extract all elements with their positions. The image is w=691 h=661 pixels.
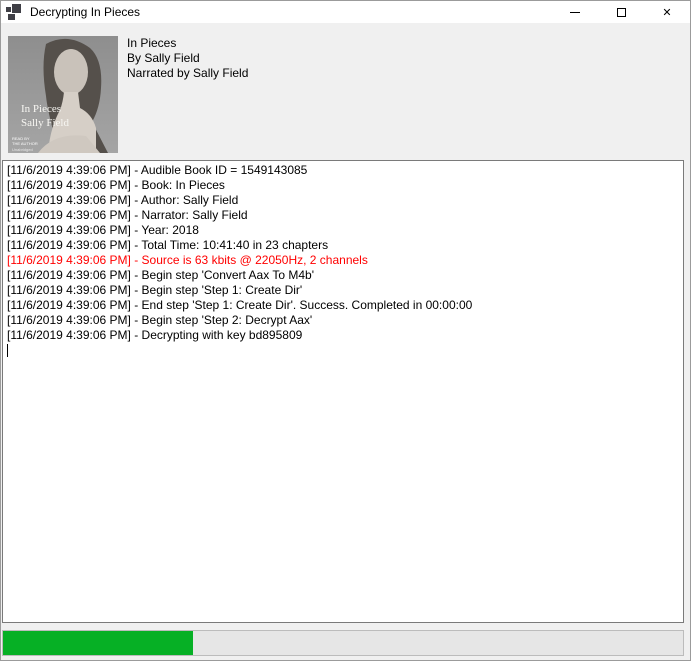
log-line: [11/6/2019 4:39:06 PM] - End step 'Step … <box>7 298 679 313</box>
cover-title-text: In Pieces <box>21 103 61 115</box>
cover-edition-text: Unabridged <box>12 147 33 152</box>
progress-bar <box>2 630 684 656</box>
log-line: [11/6/2019 4:39:06 PM] - Begin step 'Con… <box>7 268 679 283</box>
log-line: [11/6/2019 4:39:06 PM] - Book: In Pieces <box>7 178 679 193</box>
app-window-icon <box>6 4 22 20</box>
log-line: [11/6/2019 4:39:06 PM] - Year: 2018 <box>7 223 679 238</box>
book-info: In Pieces By Sally Field Narrated by Sal… <box>127 36 248 81</box>
caption-buttons: ✕ <box>552 1 690 23</box>
log-line: [11/6/2019 4:39:06 PM] - Audible Book ID… <box>7 163 679 178</box>
book-author: By Sally Field <box>127 51 248 66</box>
log-line: [11/6/2019 4:39:06 PM] - Narrator: Sally… <box>7 208 679 223</box>
log-line: [11/6/2019 4:39:06 PM] - Decrypting with… <box>7 328 679 343</box>
window-title: Decrypting In Pieces <box>30 5 552 19</box>
maximize-button[interactable] <box>598 1 644 23</box>
log-textbox[interactable]: [11/6/2019 4:39:06 PM] - Audible Book ID… <box>2 160 684 623</box>
progress-fill <box>3 631 193 655</box>
log-line: [11/6/2019 4:39:06 PM] - Source is 63 kb… <box>7 253 679 268</box>
minimize-icon <box>570 12 580 13</box>
maximize-icon <box>617 8 626 17</box>
book-cover-image: In Pieces Sally Field READ BY THE AUTHOR… <box>8 36 118 153</box>
cover-readby-line2: THE AUTHOR <box>12 141 38 146</box>
log-line: [11/6/2019 4:39:06 PM] - Begin step 'Ste… <box>7 283 679 298</box>
log-line: [11/6/2019 4:39:06 PM] - Author: Sally F… <box>7 193 679 208</box>
book-title: In Pieces <box>127 36 248 51</box>
book-narrator: Narrated by Sally Field <box>127 66 248 81</box>
cover-author-text: Sally Field <box>21 117 69 129</box>
minimize-button[interactable] <box>552 1 598 23</box>
close-icon: ✕ <box>662 7 671 18</box>
log-line: [11/6/2019 4:39:06 PM] - Total Time: 10:… <box>7 238 679 253</box>
close-button[interactable]: ✕ <box>644 1 690 23</box>
app-window: Decrypting In Pieces ✕ In Piece <box>0 0 691 661</box>
text-caret <box>7 344 8 357</box>
title-bar[interactable]: Decrypting In Pieces ✕ <box>1 1 690 23</box>
log-line: [11/6/2019 4:39:06 PM] - Begin step 'Ste… <box>7 313 679 328</box>
log-lines: [11/6/2019 4:39:06 PM] - Audible Book ID… <box>7 163 679 343</box>
